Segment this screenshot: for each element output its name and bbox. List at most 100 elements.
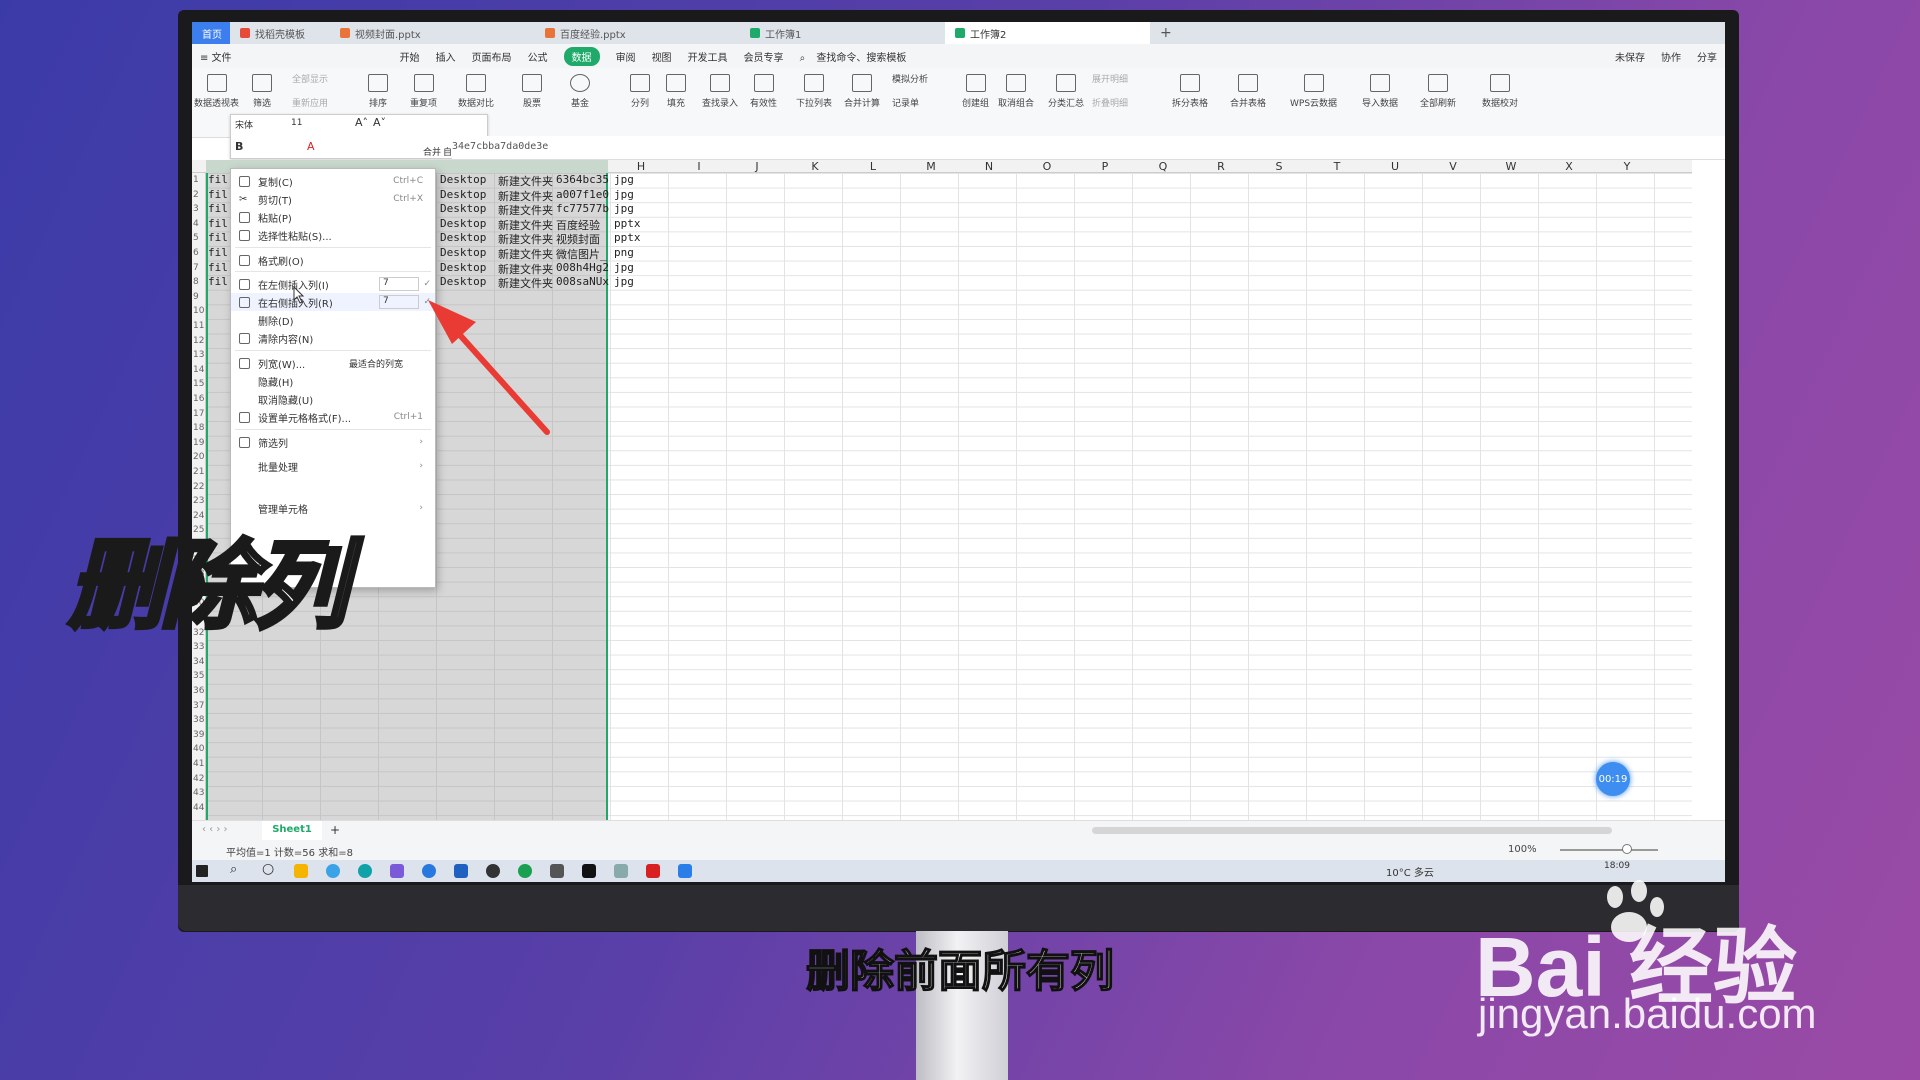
table-cell[interactable]: Desktop <box>440 217 486 230</box>
sheet-tab[interactable]: Sheet1 <box>262 821 322 840</box>
file-menu[interactable]: ≡ 文件 <box>200 49 232 64</box>
tab-workbook2[interactable]: 工作簿2 <box>945 22 1150 44</box>
wps-cloud-data-button[interactable]: WPS云数据 <box>1290 74 1337 109</box>
ungroup-button[interactable]: 取消组合 <box>998 74 1034 109</box>
row-header[interactable]: 17 <box>193 407 204 421</box>
table-cell[interactable]: 微信图片_ <box>556 246 607 262</box>
app-icon[interactable] <box>614 864 628 878</box>
table-cell[interactable]: fil <box>208 173 228 186</box>
row-header[interactable]: 43 <box>193 786 204 800</box>
lookup-entry-button[interactable]: 查找录入 <box>702 74 738 109</box>
data-check-button[interactable]: 数据校对 <box>1482 74 1518 109</box>
row-header[interactable]: 4 <box>193 217 199 231</box>
row-header[interactable]: 5 <box>193 231 199 245</box>
stock-button[interactable]: 股票 <box>522 74 542 109</box>
menu-view[interactable]: 视图 <box>652 49 672 64</box>
row-header[interactable]: 6 <box>193 246 199 260</box>
fill-button[interactable]: 填充 <box>666 74 686 109</box>
table-cell[interactable]: pptx <box>614 217 641 230</box>
menu-formula[interactable]: 公式 <box>528 49 548 64</box>
table-cell[interactable]: Desktop <box>440 202 486 215</box>
row-header[interactable]: 34 <box>193 655 204 669</box>
table-cell[interactable]: Desktop <box>440 261 486 274</box>
subtotal-button[interactable]: 分类汇总 <box>1048 74 1084 109</box>
sheet-nav-icon[interactable]: ‹ ‹ › › <box>202 824 228 835</box>
menu-paste-special[interactable]: 选择性粘贴(S)... <box>231 226 435 244</box>
menu-dev-tools[interactable]: 开发工具 <box>688 49 728 64</box>
wechat-icon[interactable] <box>518 864 532 878</box>
record-form-button[interactable]: 记录单 <box>892 96 919 109</box>
table-cell[interactable]: fil <box>208 231 228 244</box>
table-cell[interactable]: pptx <box>614 231 641 244</box>
table-cell[interactable]: fil <box>208 275 228 288</box>
font-color-icon[interactable]: A <box>307 140 315 153</box>
bold-icon[interactable]: B <box>235 140 243 153</box>
table-cell[interactable]: jpg <box>614 202 634 215</box>
column-header-s[interactable]: S <box>1250 160 1308 173</box>
column-header-x[interactable]: X <box>1540 160 1598 173</box>
table-cell[interactable]: fil <box>208 188 228 201</box>
tab-workbook1[interactable]: 工作簿1 <box>740 22 945 44</box>
row-header[interactable]: 42 <box>193 772 204 786</box>
row-header[interactable]: 22 <box>193 480 204 494</box>
menu-paste[interactable]: 粘贴(P) <box>231 208 435 226</box>
data-compare-button[interactable]: 数据对比 <box>458 74 494 109</box>
app-icon[interactable] <box>422 864 436 878</box>
table-cell[interactable]: jpg <box>614 275 634 288</box>
tab-baidu-ppt[interactable]: 百度经验.pptx <box>535 22 740 44</box>
table-cell[interactable]: 新建文件夹 <box>498 231 553 247</box>
column-header-y[interactable]: Y <box>1598 160 1656 173</box>
column-header-l[interactable]: L <box>844 160 902 173</box>
tab-video-cover[interactable]: 视频封面.pptx <box>330 22 535 44</box>
table-cell[interactable]: jpg <box>614 261 634 274</box>
table-cell[interactable]: a007f1e0 <box>556 188 609 201</box>
sort-button[interactable]: 排序 <box>368 74 388 109</box>
table-cell[interactable]: fil <box>208 202 228 215</box>
row-header[interactable]: 13 <box>193 348 204 362</box>
what-if-button[interactable]: 模拟分析 <box>892 72 928 85</box>
folder-icon[interactable] <box>294 864 308 878</box>
group-button[interactable]: 创建组 <box>962 74 989 109</box>
browser-icon[interactable] <box>326 864 340 878</box>
row-header[interactable]: 41 <box>193 757 204 771</box>
expand-detail-button[interactable]: 展开明细 <box>1092 72 1128 85</box>
font-select[interactable]: 宋体 <box>235 118 253 131</box>
row-header[interactable]: 23 <box>193 494 204 508</box>
new-tab-button[interactable]: + <box>1150 22 1182 44</box>
row-header[interactable]: 2 <box>193 188 199 202</box>
task-view-icon[interactable]: ○ <box>262 861 274 877</box>
column-header-o[interactable]: O <box>1018 160 1076 173</box>
row-header[interactable]: 8 <box>193 275 199 289</box>
row-header[interactable]: 37 <box>193 699 204 713</box>
row-header[interactable]: 20 <box>193 450 204 464</box>
reapply-button[interactable]: 重新应用 <box>292 96 328 109</box>
search-command[interactable]: ⌕ 查找命令、搜索模板 <box>800 49 915 64</box>
import-data-button[interactable]: 导入数据 <box>1362 74 1398 109</box>
column-header-r[interactable]: R <box>1192 160 1250 173</box>
row-header[interactable]: 21 <box>193 465 204 479</box>
app-icon[interactable] <box>582 864 596 878</box>
table-cell[interactable]: 新建文件夹 <box>498 261 553 277</box>
merge-button[interactable]: 合并 <box>423 145 441 158</box>
collapse-detail-button[interactable]: 折叠明细 <box>1092 96 1128 109</box>
column-header-p[interactable]: P <box>1076 160 1134 173</box>
consolidate-button[interactable]: 合并计算 <box>844 74 880 109</box>
table-cell[interactable]: jpg <box>614 188 634 201</box>
row-header[interactable]: 16 <box>193 392 204 406</box>
validation-button[interactable]: 有效性 <box>750 74 777 109</box>
menu-cut[interactable]: ✂ 剪切(T) Ctrl+X <box>231 190 435 208</box>
column-header-k[interactable]: K <box>786 160 844 173</box>
refresh-all-button[interactable]: 全部刷新 <box>1420 74 1456 109</box>
table-cell[interactable]: Desktop <box>440 246 486 259</box>
menu-member[interactable]: 会员专享 <box>744 49 784 64</box>
collaborate-button[interactable]: 协作 <box>1661 49 1681 64</box>
row-header[interactable]: 10 <box>193 304 204 318</box>
row-header[interactable]: 14 <box>193 363 204 377</box>
column-header-v[interactable]: V <box>1424 160 1482 173</box>
split-column-button[interactable]: 分列 <box>630 74 650 109</box>
share-button[interactable]: 分享 <box>1697 49 1717 64</box>
table-cell[interactable]: 新建文件夹 <box>498 188 553 204</box>
split-table-button[interactable]: 拆分表格 <box>1172 74 1208 109</box>
app-icon[interactable] <box>486 864 500 878</box>
zoom-slider[interactable] <box>1560 849 1658 851</box>
